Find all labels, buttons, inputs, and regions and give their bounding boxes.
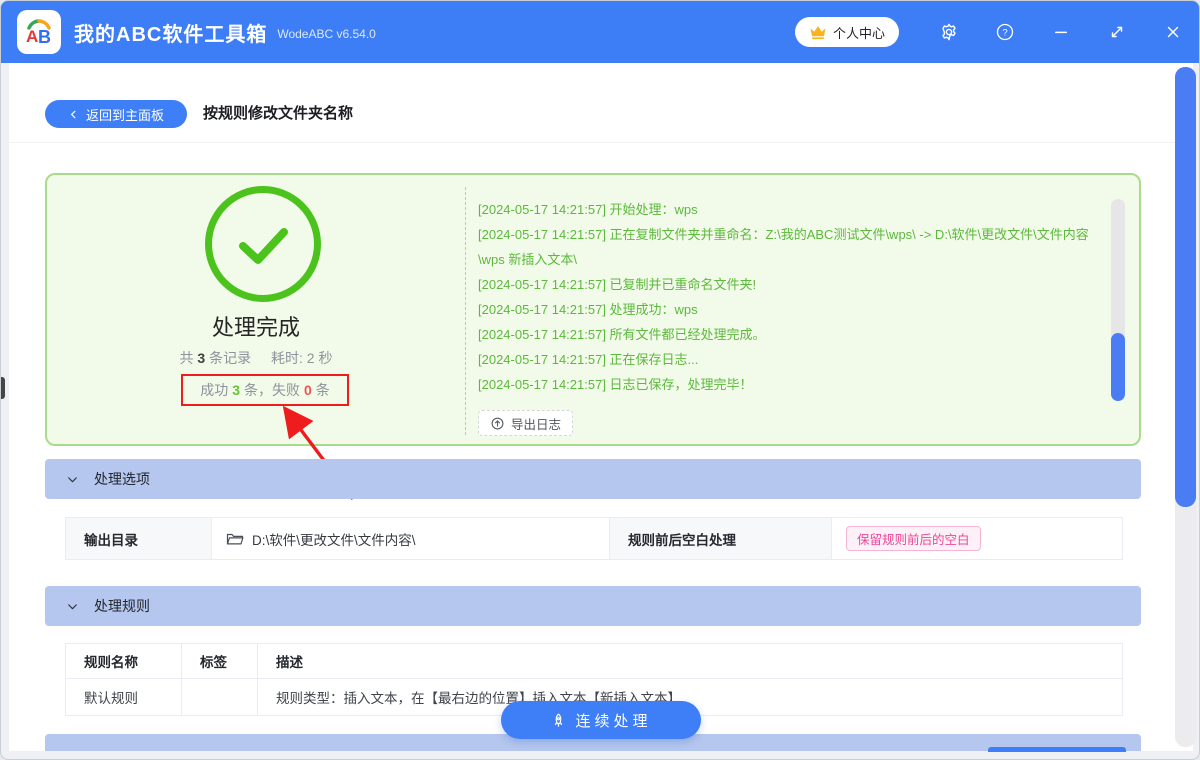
ab-logo-icon: A B [26,19,51,47]
partial-button-bottom-right[interactable] [988,747,1126,752]
log-scrollbar-thumb[interactable] [1111,333,1125,401]
chevron-down-icon [66,473,79,486]
app-title: 我的ABC软件工具箱 [74,23,268,46]
log-output: [2024-05-17 14:21:57] 开始处理：wps [2024-05-… [478,197,1108,439]
help-icon: ? [996,23,1014,41]
page-title: 按规则修改文件夹名称 [203,105,354,122]
rule-tag-cell [182,679,258,715]
account-center-button[interactable]: 个人中心 [794,17,899,47]
whitespace-cell: 保留规则前后的空白 [832,518,1122,559]
minimize-icon [1055,31,1067,34]
svg-text:?: ? [1002,28,1007,39]
account-center-label: 个人中心 [832,25,885,41]
titlebar: A B 我的ABC软件工具箱 WodeABC v6.54.0 个人中心 ? [1,1,1199,63]
app-window: A B 我的ABC软件工具箱 WodeABC v6.54.0 个人中心 ? 返回… [0,0,1200,760]
elapsed-value: 2 [306,350,315,366]
chevron-down-icon [66,600,79,613]
result-status-text: 处理完成 [211,315,300,340]
rules-table-header: 规则名称 标签 描述 [66,644,1122,679]
section-header-options[interactable]: 处理选项 [45,459,1141,499]
close-button[interactable] [1145,1,1199,63]
success-count: 3 [232,382,240,398]
log-line: [2024-05-17 14:21:57] 开始处理：wps [478,202,698,217]
between-label: 条，失败 [244,382,300,398]
output-dir-label: 输出目录 [66,518,212,559]
chevron-left-icon [70,110,76,118]
output-dir-cell: D:\软件\更改文件\文件内容\ [212,518,610,559]
elapsed-label: 耗时: [271,350,303,366]
back-button-label: 返回到主面板 [85,107,164,123]
success-fail-annotation-box: 成功 3 条，失败 0 条 [181,374,349,406]
window-scrollbar-track[interactable] [1175,67,1196,747]
continue-button-label: 连续处理 [575,712,652,730]
gear-icon [942,23,956,41]
crown-icon [810,25,826,39]
rule-name-cell: 默认规则 [66,679,182,715]
result-panel: 处理完成 共 3 条记录 耗时: 2 秒 成功 3 条，失败 0 条 [2024… [45,173,1141,446]
svg-text:B: B [38,27,51,47]
left-edge-tab[interactable] [1,377,5,399]
maximize-icon [1111,26,1123,38]
continue-processing-button[interactable]: 连续处理 [501,701,701,739]
svg-text:A: A [26,27,38,46]
col-tag: 标签 [182,644,258,678]
section-rules-title: 处理规则 [94,598,150,614]
titlebar-actions: 个人中心 ? [794,1,1199,63]
page-subheader: 返回到主面板 按规则修改文件夹名称 [9,63,1193,143]
close-icon [1167,26,1179,38]
fail-suffix: 条 [315,382,330,398]
total-prefix: 共 [179,350,194,366]
log-line: [2024-05-17 14:21:57] 所有文件都已经处理完成。 [478,327,766,342]
app-version: WodeABC v6.54.0 [277,27,376,41]
log-scrollbar-track[interactable] [1111,199,1125,401]
log-line: [2024-05-17 14:21:57] 正在复制文件夹并重命名：Z:\我的A… [478,227,1089,267]
settings-button[interactable] [921,1,977,63]
log-line: [2024-05-17 14:21:57] 日志已保存，处理完毕！ [478,377,753,392]
export-log-button[interactable]: 导出日志 [478,410,574,436]
main-content: 返回到主面板 按规则修改文件夹名称 处理完成 共 3 条记录 耗时: 2 秒 成… [9,63,1193,752]
log-divider [465,187,466,435]
col-rule-name: 规则名称 [66,644,182,678]
help-button[interactable]: ? [977,1,1033,63]
col-description: 描述 [276,655,303,670]
log-line: [2024-05-17 14:21:57] 已复制并已重命名文件夹! [478,277,757,292]
output-dir-value: D:\软件\更改文件\文件内容\ [252,532,416,548]
options-table: 输出目录 D:\软件\更改文件\文件内容\ 规则前后空白处理 保留规则前后的空白 [65,517,1123,560]
folder-icon [226,533,244,544]
fail-count: 0 [304,382,312,398]
whitespace-label: 规则前后空白处理 [610,518,832,559]
log-line: [2024-05-17 14:21:57] 正在保存日志... [478,352,699,367]
section-header-rules[interactable]: 处理规则 [45,586,1141,626]
export-log-label: 导出日志 [511,417,562,432]
total-count: 3 [197,350,206,366]
back-to-dashboard-button[interactable]: 返回到主面板 [45,100,187,128]
whitespace-badge: 保留规则前后的空白 [846,526,981,551]
app-logo: A B [17,10,61,54]
elapsed-unit: 秒 [318,350,333,366]
minimize-button[interactable] [1033,1,1089,63]
success-label: 成功 [200,382,229,398]
maximize-button[interactable] [1089,1,1145,63]
window-scrollbar-thumb[interactable] [1175,67,1196,507]
success-circle [205,186,321,302]
section-options-title: 处理选项 [94,471,150,487]
total-suffix: 条记录 [209,350,252,366]
checkmark-icon [239,228,288,264]
log-line: [2024-05-17 14:21:57] 处理成功：wps [478,302,698,317]
export-icon [491,417,504,429]
rocket-icon [555,713,563,727]
result-stats: 共 3 条记录 耗时: 2 秒 [47,348,465,368]
